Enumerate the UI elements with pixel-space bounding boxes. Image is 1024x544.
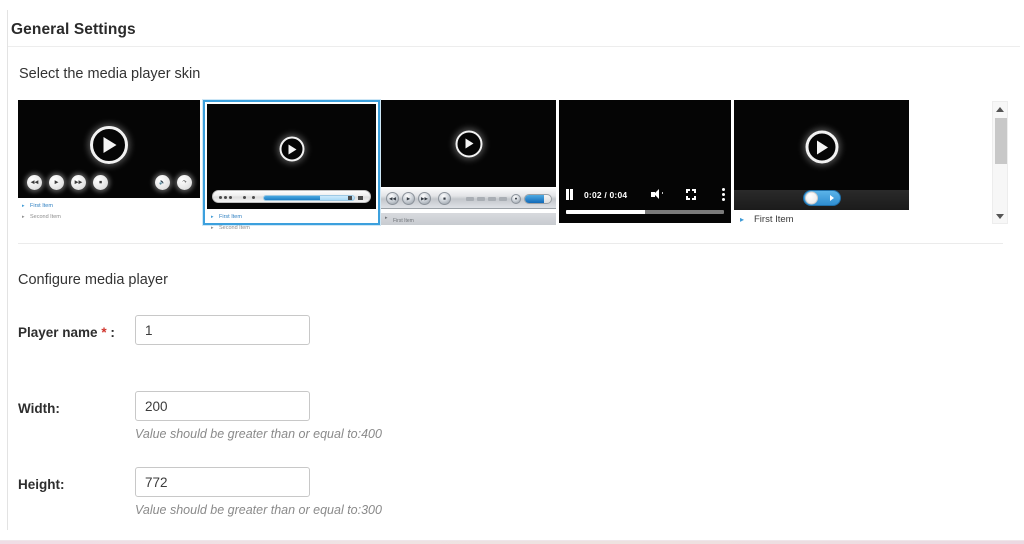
skin-playlist: First Item Second Item xyxy=(205,212,378,234)
stop-icon[interactable]: ■ xyxy=(438,192,451,205)
skin-option-classic-round-buttons[interactable]: ◀◀ ▶ ▶▶ ■ 🔈 ↷ First Item Second Item xyxy=(18,100,200,225)
width-validation-hint: Value should be greater than or equal to… xyxy=(135,427,382,441)
field-row-width: Width: Value should be greater than or e… xyxy=(0,391,1024,467)
fullscreen-icon[interactable] xyxy=(686,189,696,200)
forward-icon[interactable]: ▶▶ xyxy=(71,175,86,190)
html5-control-row: 0:02 / 0:04 xyxy=(559,188,731,201)
next-icon[interactable] xyxy=(229,196,232,199)
playlist-item[interactable]: First Item xyxy=(207,212,378,223)
time-display-segment xyxy=(477,197,485,201)
volume-slider[interactable] xyxy=(524,194,552,204)
skin-option-html5-native[interactable]: 0:02 / 0:04 xyxy=(559,100,731,223)
rewind-icon[interactable]: ◀◀ xyxy=(27,175,42,190)
mute-icon[interactable] xyxy=(243,196,246,199)
skin-preview-screen xyxy=(207,104,376,209)
page-title: General Settings xyxy=(11,21,136,38)
field-row-height: Height: Value should be greater than or … xyxy=(0,467,1024,543)
scroll-down-icon[interactable] xyxy=(993,209,1007,223)
progress-slider[interactable] xyxy=(263,195,355,201)
title-divider xyxy=(8,46,1020,47)
volume-icon[interactable] xyxy=(651,189,664,200)
progress-fill xyxy=(565,210,645,214)
skin-preview-screen: ◀◀ ▶ ▶▶ ■ 🔈 ↷ xyxy=(18,100,200,198)
width-label: Width: xyxy=(18,401,60,416)
playlist-item[interactable]: Second Item xyxy=(207,223,378,234)
skin-preview-screen xyxy=(381,100,556,187)
skin-playlist: First Item xyxy=(738,213,794,227)
play-icon[interactable] xyxy=(224,196,227,199)
pause-icon[interactable] xyxy=(566,189,573,200)
playlist-item[interactable]: Second Item xyxy=(18,212,200,223)
configure-form: Player name * : Width: Value should be g… xyxy=(0,315,1024,543)
width-input[interactable] xyxy=(135,391,310,421)
volume-icon[interactable] xyxy=(348,196,352,200)
section-divider xyxy=(18,243,1003,244)
height-label: Height: xyxy=(18,477,65,492)
play-icon xyxy=(90,126,128,165)
skin-option-slim-glass-bar[interactable]: First Item Second Item xyxy=(203,100,380,234)
skins-scrollbar[interactable] xyxy=(992,101,1008,224)
time-display: 0:02 / 0:04 xyxy=(583,189,628,200)
required-asterisk: * xyxy=(97,325,107,340)
toggle-knob[interactable] xyxy=(804,191,818,205)
play-icon xyxy=(830,195,835,201)
playlist-icon[interactable] xyxy=(252,196,255,199)
progress-slider[interactable] xyxy=(565,210,725,214)
skin-playlist: First Item xyxy=(381,212,556,225)
play-button-icon[interactable]: ▶ xyxy=(402,192,415,205)
stop-icon[interactable]: ■ xyxy=(93,175,108,190)
rewind-icon[interactable]: ◀◀ xyxy=(386,192,399,205)
playlist-item[interactable]: First Item xyxy=(381,213,556,227)
skin-preview-screen: 0:02 / 0:04 xyxy=(559,100,731,223)
height-validation-hint: Value should be greater than or equal to… xyxy=(135,503,382,517)
time-display-segment xyxy=(466,197,474,201)
settings-page: General Settings Select the media player… xyxy=(0,0,1024,544)
volume-icon[interactable]: ● xyxy=(511,194,521,204)
play-button-icon[interactable]: ▶ xyxy=(49,175,64,190)
skins-section-title: Select the media player skin xyxy=(19,66,201,82)
skin-control-bar[interactable] xyxy=(212,190,371,203)
volume-icon[interactable]: 🔈 xyxy=(155,175,170,190)
time-display-segment xyxy=(499,197,507,201)
label-text: Player name xyxy=(18,325,98,340)
player-name-input[interactable] xyxy=(135,315,310,345)
forward-icon[interactable]: ▶▶ xyxy=(418,192,431,205)
configure-section-title: Configure media player xyxy=(18,272,168,288)
play-icon xyxy=(805,130,838,164)
playlist-item[interactable]: First Item xyxy=(18,201,200,212)
player-name-label: Player name * : xyxy=(18,325,115,340)
playlist-item[interactable]: First Item xyxy=(738,213,794,227)
play-icon xyxy=(279,136,304,162)
volume-fill xyxy=(525,195,544,203)
skin-preview-screen xyxy=(734,100,909,210)
more-options-icon[interactable] xyxy=(721,188,725,201)
play-icon xyxy=(455,130,482,157)
fullscreen-icon[interactable] xyxy=(358,196,363,200)
progress-fill xyxy=(264,196,320,200)
field-row-player-name: Player name * : xyxy=(0,315,1024,391)
skin-option-toggle-switch[interactable]: First Item xyxy=(734,100,909,227)
skin-gallery: ◀◀ ▶ ▶▶ ■ 🔈 ↷ First Item Second Item xyxy=(18,100,986,235)
play-toggle[interactable] xyxy=(802,190,841,206)
loop-icon[interactable]: ↷ xyxy=(177,175,192,190)
time-display-segment xyxy=(488,197,496,201)
skin-control-bar[interactable]: ◀◀ ▶ ▶▶ ■ ● xyxy=(381,187,556,209)
skin-playlist: First Item Second Item xyxy=(18,201,200,223)
height-input[interactable] xyxy=(135,467,310,497)
prev-icon[interactable] xyxy=(219,196,222,199)
scroll-up-icon[interactable] xyxy=(993,102,1007,116)
label-colon: : xyxy=(106,325,115,340)
skin-option-silver-chrome[interactable]: ◀◀ ▶ ▶▶ ■ ● First Item xyxy=(381,100,556,225)
scrollbar-thumb[interactable] xyxy=(995,118,1007,164)
